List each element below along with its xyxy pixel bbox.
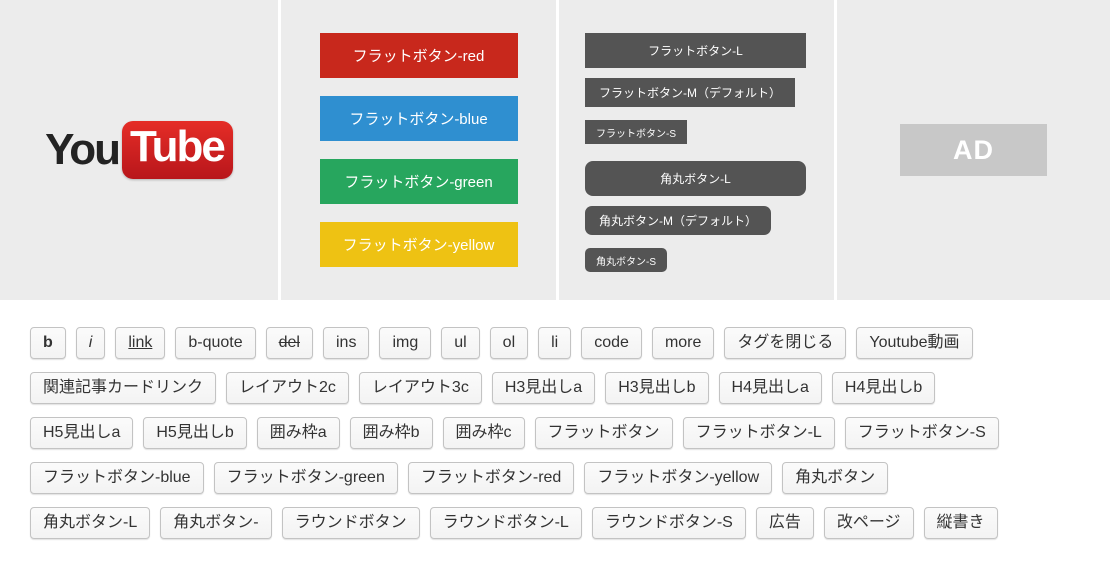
quicktag-button[interactable]: フラットボタン-S (845, 417, 999, 449)
quicktag-button[interactable]: ラウンドボタン-L (430, 507, 582, 539)
quicktag-button[interactable]: 角丸ボタン (782, 462, 888, 494)
quicktag-button[interactable]: H3見出しa (492, 372, 595, 404)
quicktag-button[interactable]: 囲み枠b (350, 417, 433, 449)
quicktag-row: 関連記事カードリンクレイアウト2c レイアウト3c H3見出しa H3見出しb H4見出… (30, 372, 1110, 404)
quicktag-button[interactable]: フラットボタン-yellow (584, 462, 772, 494)
preview-size-button-flat-l[interactable]: フラットボタン-L (585, 33, 806, 68)
preview-size-button-rounded-l[interactable]: 角丸ボタン-L (585, 161, 806, 196)
quicktag-button[interactable]: 角丸ボタン- (160, 507, 271, 539)
quicktag-button[interactable]: ins (323, 327, 369, 359)
ad-placeholder: AD (900, 124, 1047, 176)
quicktag-button[interactable]: フラットボタン-green (214, 462, 398, 494)
quicktag-button[interactable]: b-quote (175, 327, 255, 359)
quicktag-button[interactable]: フラットボタン-L (683, 417, 835, 449)
quicktag-button[interactable]: 改ページ (824, 507, 914, 539)
preview-size-button-rounded-m[interactable]: 角丸ボタン-M（デフォルト） (585, 206, 771, 235)
ad-preview-panel: AD (837, 0, 1110, 300)
quicktag-button[interactable]: b (30, 327, 66, 359)
preview-flat-button-green[interactable]: フラットボタン-green (320, 159, 518, 204)
quicktag-button[interactable]: more (652, 327, 714, 359)
youtube-logo: You Tube (45, 121, 233, 179)
quicktag-button[interactable]: H4見出しb (832, 372, 935, 404)
quicktag-row: bilink b-quote delinsimgulollicode more タグを閉… (30, 327, 1110, 359)
quicktag-button[interactable]: フラットボタン (535, 417, 673, 449)
youtube-logo-you-text: You (45, 125, 119, 175)
style-preview-strip: You Tube フラットボタン-redフラットボタン-blueフラットボタン-… (0, 0, 1110, 300)
quicktag-button[interactable]: ol (490, 327, 528, 359)
quicktag-button[interactable]: img (379, 327, 431, 359)
quicktag-button[interactable]: レイアウト3c (359, 372, 482, 404)
quicktag-button[interactable]: H3見出しb (605, 372, 708, 404)
quicktag-button[interactable]: H5見出しb (143, 417, 246, 449)
quicktag-button[interactable]: H4見出しa (719, 372, 822, 404)
quicktag-toolbar: bilink b-quote delinsimgulollicode more タグを閉… (0, 300, 1110, 539)
quicktag-button[interactable]: del (266, 327, 313, 359)
editor-screen: You Tube フラットボタン-redフラットボタン-blueフラットボタン-… (0, 0, 1110, 570)
quicktag-button[interactable]: i (76, 327, 106, 359)
ad-label: AD (953, 135, 994, 166)
quicktag-button[interactable]: 囲み枠c (443, 417, 525, 449)
preview-flat-button-yellow[interactable]: フラットボタン-yellow (320, 222, 518, 267)
preview-flat-button-blue[interactable]: フラットボタン-blue (320, 96, 518, 141)
quicktag-button[interactable]: タグを閉じる (724, 327, 846, 359)
quicktag-button[interactable]: link (115, 327, 165, 359)
quicktag-button[interactable]: Youtube動画 (856, 327, 972, 359)
quicktag-row: 角丸ボタン-L 角丸ボタン- ラウンドボタンラウンドボタン-L ラウンドボタン-S 広告… (30, 507, 1110, 539)
quicktag-button[interactable]: 関連記事カードリンク (30, 372, 216, 404)
button-size-samples-panel: フラットボタン-L フラットボタン-M（デフォルト） フラットボタン-S 角丸ボタン-… (559, 0, 834, 300)
quicktag-row: H5見出しa H5見出しb 囲み枠a 囲み枠b 囲み枠c フラットボタンフラットボタン-L… (30, 417, 1110, 449)
preview-size-button-flat-s[interactable]: フラットボタン-S (585, 120, 687, 144)
quicktag-button[interactable]: 角丸ボタン-L (30, 507, 150, 539)
youtube-preview-panel: You Tube (0, 0, 278, 300)
youtube-logo-tube-text: Tube (122, 121, 233, 179)
preview-flat-button-red[interactable]: フラットボタン-red (320, 33, 518, 78)
quicktag-button[interactable]: 縦書き (924, 507, 998, 539)
quicktag-button[interactable]: ul (441, 327, 479, 359)
quicktag-button[interactable]: 広告 (756, 507, 814, 539)
flat-color-buttons-panel: フラットボタン-red フラットボタン-blue フラットボタン-green フラット… (281, 0, 556, 300)
quicktag-button[interactable]: 囲み枠a (257, 417, 340, 449)
quicktag-button[interactable]: li (538, 327, 571, 359)
quicktag-button[interactable]: フラットボタン-blue (30, 462, 204, 494)
quicktag-button[interactable]: フラットボタン-red (408, 462, 574, 494)
preview-size-button-flat-m[interactable]: フラットボタン-M（デフォルト） (585, 78, 795, 107)
quicktag-button[interactable]: code (581, 327, 642, 359)
quicktag-button[interactable]: ラウンドボタン-S (592, 507, 746, 539)
quicktag-button[interactable]: H5見出しa (30, 417, 133, 449)
preview-size-button-rounded-s[interactable]: 角丸ボタン-S (585, 248, 667, 272)
quicktag-row: フラットボタン-blue フラットボタン-green フラットボタン-red フラット… (30, 462, 1110, 494)
quicktag-button[interactable]: ラウンドボタン (282, 507, 420, 539)
quicktag-button[interactable]: レイアウト2c (226, 372, 349, 404)
